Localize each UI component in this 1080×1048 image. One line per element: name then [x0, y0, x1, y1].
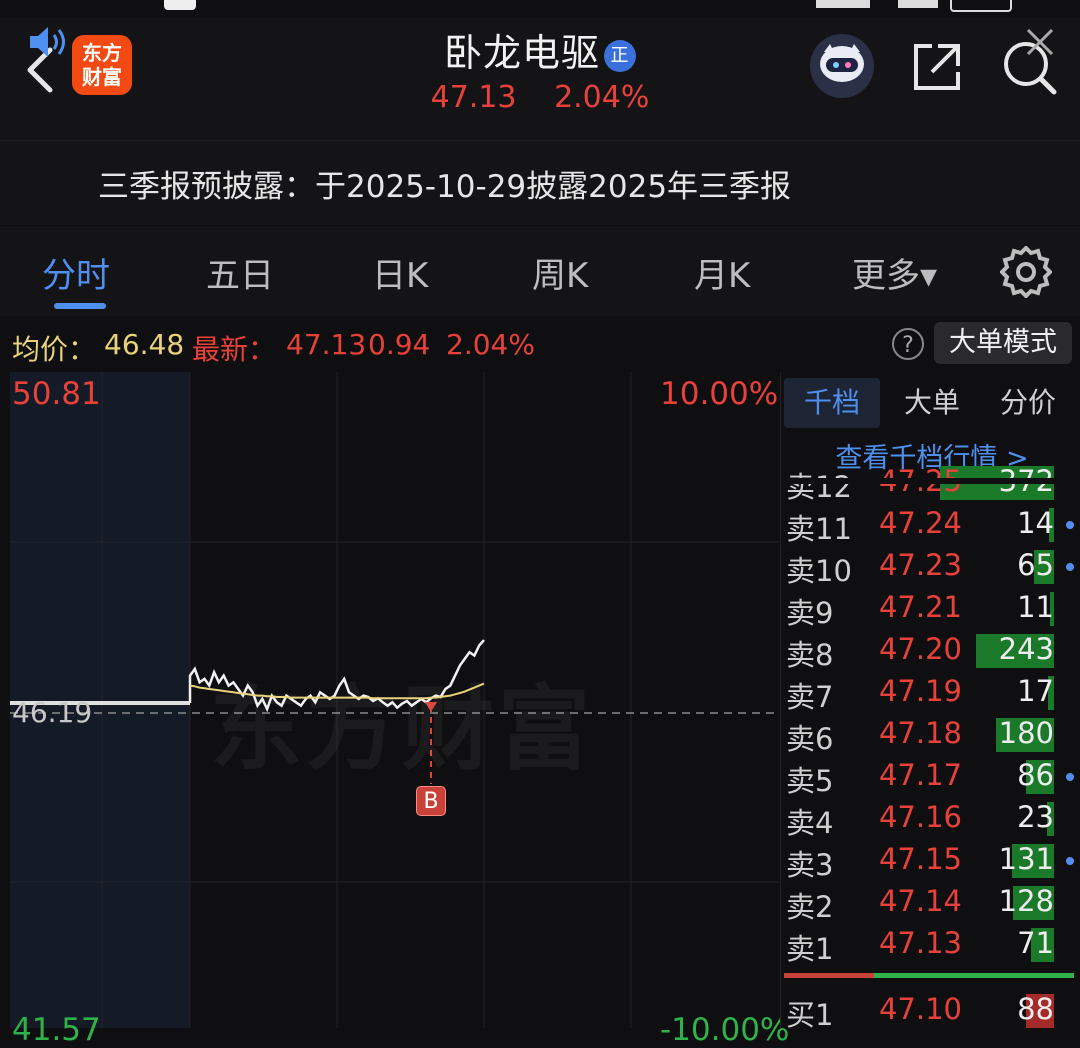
level-price: 47.16: [878, 800, 962, 834]
level-volume: 11: [1017, 590, 1054, 624]
zheng-badge: 正: [604, 39, 636, 72]
level-label: 卖10: [786, 554, 852, 588]
order-book-tabs: 千档 大单 分价: [784, 378, 1080, 428]
level-volume: 14: [1017, 506, 1054, 540]
buy-ratio: [874, 973, 1074, 978]
tab-intraday[interactable]: 分时: [42, 248, 110, 297]
level-label: 卖3: [786, 848, 834, 882]
level-label: 卖6: [786, 722, 834, 756]
y-min-label: 41.57: [12, 1012, 101, 1048]
level-label: 卖7: [786, 680, 834, 714]
level-volume: 86: [1017, 758, 1054, 792]
level-volume: 243: [998, 632, 1054, 666]
sell-row[interactable]: 卖1 47.13 71: [784, 924, 1074, 966]
latest-price: 47.13: [286, 328, 367, 361]
level-volume: 17: [1017, 674, 1054, 708]
signal-icon: [898, 0, 938, 8]
level-label: 卖2: [786, 890, 834, 924]
level-label: 卖12: [786, 470, 852, 504]
sell-row[interactable]: 卖6 47.18 180: [784, 714, 1074, 756]
level-label: 卖4: [786, 806, 834, 840]
speaker-icon: [30, 27, 65, 57]
tab-big-order[interactable]: 大单: [884, 378, 980, 428]
big-order-mode-button[interactable]: 大单模式: [934, 322, 1072, 364]
level-price: 47.23: [878, 548, 962, 582]
chart-tabs: 分时 五日 日K 周K 月K 更多▾: [0, 226, 1080, 316]
pct-min-label: -10.00%: [660, 1012, 790, 1048]
level-volume: 71: [1017, 926, 1054, 960]
level-label: 卖11: [786, 512, 852, 546]
book-clip: [784, 478, 1080, 484]
status-app-icon: [164, 0, 196, 10]
sell-row[interactable]: 卖8 47.20 243: [784, 630, 1074, 672]
stock-name: 卧龙电驱: [443, 31, 600, 75]
sell-row[interactable]: 卖7 47.19 17: [784, 672, 1074, 714]
watermark: 东方财富: [210, 676, 595, 783]
tab-five-day[interactable]: 五日: [206, 248, 274, 297]
status-bar: [0, 0, 1080, 18]
gear-icon[interactable]: [1000, 246, 1052, 298]
y-max-label: 50.81: [12, 376, 101, 412]
latest-label: 最新：: [192, 333, 277, 366]
latest-change: 0.94: [368, 328, 431, 361]
level-price: 47.15: [878, 842, 962, 876]
order-dot-icon: [1066, 521, 1074, 529]
sell-row[interactable]: 卖4 47.16 23: [784, 798, 1074, 840]
sell-row[interactable]: 卖5 47.17 86: [784, 756, 1074, 798]
level-volume: 23: [1017, 800, 1054, 834]
buy-sell-ratio-bar: [784, 973, 1074, 978]
sell-row[interactable]: 卖11 47.24 14: [784, 504, 1074, 546]
order-dot-icon: [1066, 773, 1074, 781]
tab-active-indicator: [54, 303, 106, 309]
level-volume: 180: [998, 716, 1054, 750]
level-price: 47.19: [878, 674, 962, 708]
close-icon[interactable]: [1022, 24, 1058, 60]
tab-weekly-k[interactable]: 周K: [532, 248, 588, 297]
level-price: 47.10: [878, 992, 962, 1026]
level-label: 卖8: [786, 638, 834, 672]
share-icon[interactable]: [908, 38, 966, 96]
sell-row[interactable]: 卖9 47.21 11: [784, 588, 1074, 630]
level-label: 卖1: [786, 932, 834, 966]
tab-daily-k[interactable]: 日K: [372, 248, 428, 297]
level-label: 卖9: [786, 596, 834, 630]
signal-icon: [816, 0, 870, 8]
level-price: 47.21: [878, 590, 962, 624]
notice-bar[interactable]: 三季报预披露：于2025-10-29披露2025年三季报: [0, 140, 1080, 225]
order-dot-icon: [1066, 563, 1074, 571]
tab-price-distribution[interactable]: 分价: [980, 378, 1076, 428]
y-ref-label: 46.19: [12, 696, 93, 729]
sell-row[interactable]: 卖3 47.15 131: [784, 840, 1074, 882]
tab-thousand-level[interactable]: 千档: [784, 378, 880, 428]
tab-monthly-k[interactable]: 月K: [694, 248, 750, 297]
level-price: 47.14: [878, 884, 962, 918]
sell-ratio: [784, 973, 874, 978]
level-volume: 88: [1017, 992, 1054, 1026]
sell-row[interactable]: 卖10 47.23 65: [784, 546, 1074, 588]
sell-row[interactable]: 卖2 47.14 128: [784, 882, 1074, 924]
level-price: 47.20: [878, 632, 962, 666]
notice-text: 三季报预披露：于2025-10-29披露2025年三季报: [98, 169, 792, 205]
help-icon[interactable]: ?: [892, 328, 924, 360]
battery-icon: [950, 0, 1012, 12]
current-price: 47.13: [430, 80, 517, 115]
level-label: 卖5: [786, 764, 834, 798]
pct-max-label: 10.00%: [660, 376, 779, 412]
robot-avatar-icon[interactable]: [810, 34, 874, 98]
level-price: 47.18: [878, 716, 962, 750]
avg-value: 46.48: [104, 328, 185, 361]
change-percent: 2.04%: [554, 80, 650, 115]
level-price: 47.17: [878, 758, 962, 792]
level-volume: 128: [998, 884, 1054, 918]
tab-more[interactable]: 更多▾: [852, 248, 937, 297]
avg-label: 均价：: [12, 333, 97, 366]
level-price: 47.24: [878, 506, 962, 540]
level-price: 47.13: [878, 926, 962, 960]
buy-row[interactable]: 买1 47.10 88: [784, 990, 1074, 1032]
buy-marker-badge[interactable]: B: [416, 786, 446, 816]
latest-percent: 2.04%: [446, 328, 535, 361]
level-volume: 65: [1017, 548, 1054, 582]
level-volume: 131: [998, 842, 1054, 876]
order-dot-icon: [1066, 857, 1074, 865]
